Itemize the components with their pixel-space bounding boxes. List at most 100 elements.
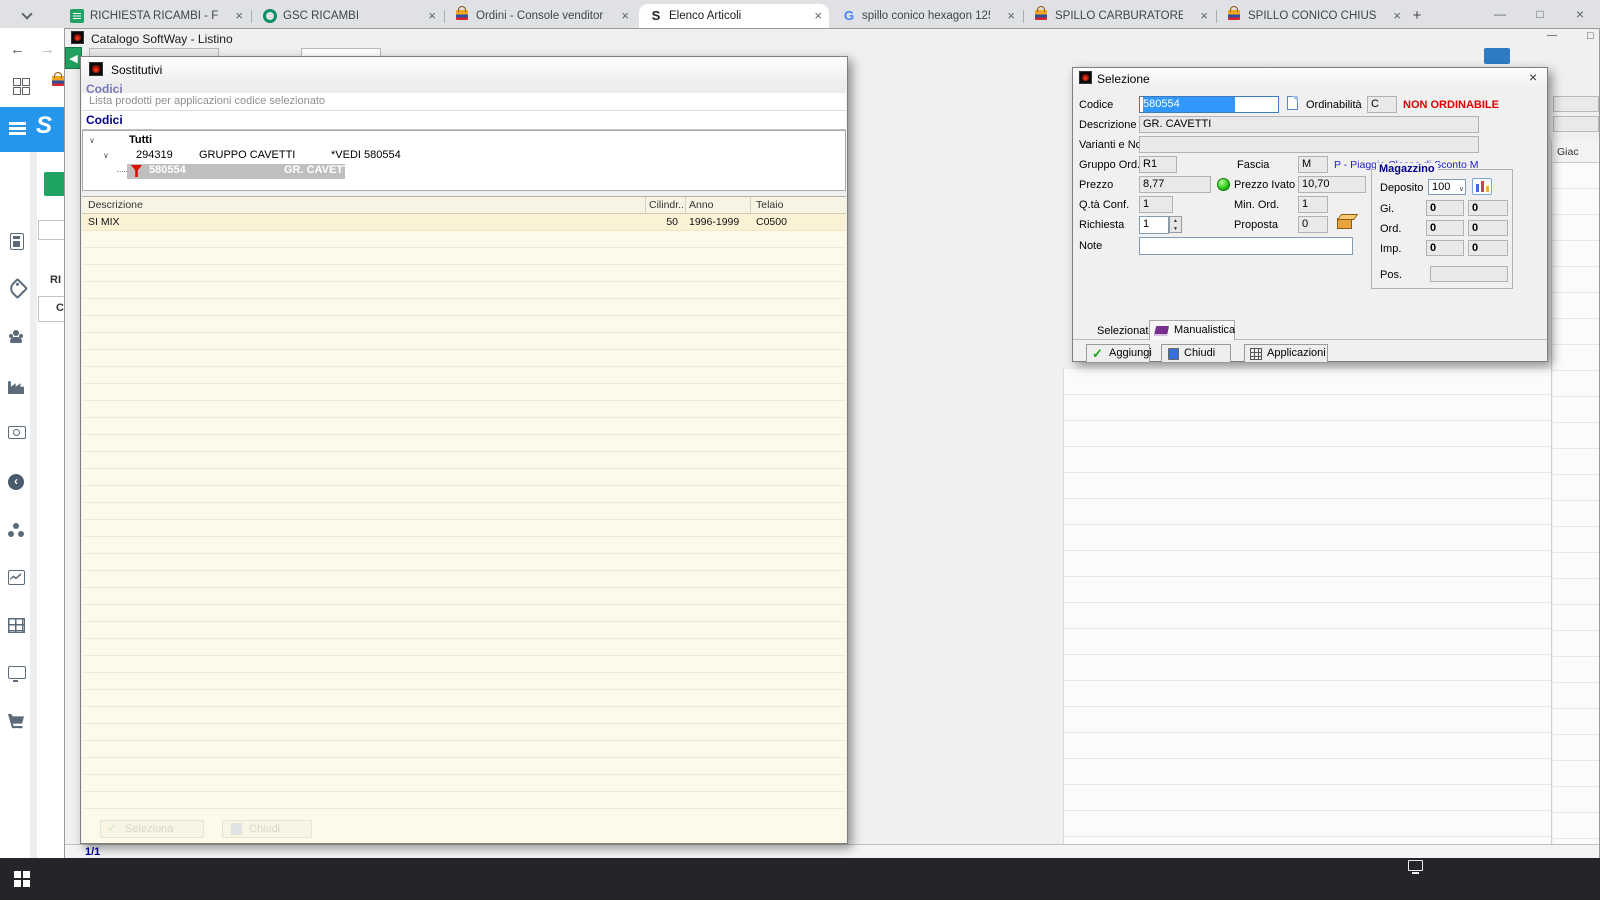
aggiungi-button[interactable]: ✓ Aggiungi (1086, 344, 1152, 363)
forward-arrow-icon[interactable]: → (40, 40, 55, 60)
dialog-flame-icon (89, 62, 103, 76)
tree-row-580554-selected[interactable]: 580554 GR. CAVETTI (83, 164, 845, 179)
bookmark-bag-icon[interactable] (52, 72, 64, 86)
app-minimize-button[interactable]: — (1547, 30, 1557, 41)
tab-richiesta-ricambi[interactable]: RICHIESTA RICAMBI - Fogli Goo × (60, 4, 250, 28)
tab-search-chevron-icon[interactable] (22, 8, 32, 18)
tree-row-294319[interactable]: ∨ 294319 GRUPPO CAVETTI *VEDI 580554 (83, 149, 845, 164)
imp-label: Imp. (1380, 243, 1402, 255)
sostitutivi-title-bar[interactable]: Sostitutivi (81, 57, 847, 81)
new-tab-button[interactable]: + (1405, 4, 1429, 28)
imp-field-1[interactable]: 0 (1426, 240, 1464, 256)
factory-icon[interactable] (8, 381, 24, 394)
document-icon[interactable] (1287, 96, 1298, 110)
door-icon (1168, 348, 1179, 360)
back-circle-icon[interactable]: ‹ (8, 474, 24, 490)
richiesta-spinner[interactable]: ▲ ▼ (1169, 216, 1182, 233)
gruppo-ord-field[interactable]: R1 (1139, 156, 1177, 173)
monitor-icon[interactable] (8, 666, 26, 682)
tab-title: SPILLO CARBURATORE PIAGGIO (1055, 10, 1183, 22)
text-fragment: RI (50, 274, 61, 286)
gi-field-2[interactable]: 0 (1468, 200, 1508, 216)
tab-spillo-chiusura[interactable]: SPILLO CONICO CHIUSURA BE × (1218, 4, 1408, 28)
back-arrow-icon[interactable]: ← (10, 40, 25, 60)
stock-chart-button[interactable] (1472, 178, 1492, 195)
dropdown-arrow-icon[interactable]: ∨ (1459, 182, 1464, 197)
prezzo-field[interactable]: 8,77 (1139, 176, 1211, 193)
list-row-si-mix[interactable]: SI MIX 50 1996-1999 C0500 (82, 214, 846, 231)
tree-desc: GRUPPO CAVETTI (199, 149, 296, 161)
imp-field-2[interactable]: 0 (1468, 240, 1508, 256)
tree-row-tutti[interactable]: ∨ Tutti (83, 134, 845, 149)
tab-selezionato[interactable]: Selezionato (1097, 325, 1155, 337)
spin-up-icon[interactable]: ▲ (1170, 217, 1181, 225)
webapp-sidebar: ‹ (0, 152, 30, 858)
gi-field-1[interactable]: 0 (1426, 200, 1464, 216)
ord-field-1[interactable]: 0 (1426, 220, 1464, 236)
tab-close-icon[interactable]: × (1393, 4, 1401, 28)
codice-input[interactable]: 580554 (1139, 96, 1279, 113)
ordinabilita-label: Ordinabilità (1306, 99, 1362, 111)
tab-close-icon[interactable]: × (814, 4, 822, 28)
app-maximize-button[interactable]: □ (1587, 30, 1594, 42)
ordinabilita-field[interactable]: C (1367, 96, 1397, 113)
tab-gsc-ricambi[interactable]: GSC RICAMBI × (253, 4, 443, 28)
banknote-icon[interactable] (8, 426, 26, 439)
table-grid-icon[interactable] (8, 618, 25, 633)
tab-ordini-console[interactable]: Ordini - Console venditori × (446, 4, 636, 28)
descrizione-field[interactable]: GR. CAVETTI (1139, 116, 1479, 133)
box-cube-icon[interactable] (1337, 218, 1352, 229)
proposta-field[interactable]: 0 (1298, 216, 1328, 233)
expander-icon[interactable]: ∨ (103, 151, 109, 160)
tab-close-icon[interactable]: × (621, 4, 629, 28)
chiudi-button[interactable]: Chiudi (1161, 344, 1231, 363)
ord-field-2[interactable]: 0 (1468, 220, 1508, 236)
tab-close-icon[interactable]: × (235, 4, 243, 28)
app-title-bar[interactable]: Catalogo SoftWay - Listino — □ (65, 29, 1599, 47)
apps-grid-icon[interactable] (13, 78, 30, 95)
min-ord-field[interactable]: 1 (1298, 196, 1328, 213)
network-tray-icon[interactable] (1408, 860, 1423, 874)
toolbar-blue-button-fragment[interactable] (1484, 48, 1510, 64)
richiesta-input[interactable]: 1 (1139, 216, 1169, 234)
hamburger-menu-icon[interactable] (9, 122, 26, 125)
col-descrizione: Descrizione (88, 199, 143, 211)
tab-elenco-articoli-active[interactable]: S Elenco Articoli × (639, 4, 829, 28)
applicazioni-button[interactable]: Applicazioni (1244, 344, 1328, 363)
pos-field[interactable] (1430, 266, 1508, 282)
note-label: Note (1079, 240, 1103, 252)
col-cilindrata: Cilindr... (649, 199, 683, 211)
cart-icon[interactable] (8, 714, 24, 729)
users-icon[interactable] (8, 329, 24, 345)
note-input[interactable] (1139, 237, 1353, 255)
browser-minimize-button[interactable]: — (1480, 0, 1520, 28)
browser-close-button[interactable]: × (1560, 0, 1600, 28)
tree-code: 580554 (149, 164, 186, 176)
fascia-field[interactable]: M (1298, 156, 1328, 173)
selezione-title-bar[interactable]: Selezione × (1073, 68, 1547, 88)
tab-close-icon[interactable]: × (1007, 4, 1015, 28)
tab-manualistica[interactable]: Manualistica (1149, 320, 1235, 340)
cell-anno: 1996-1999 (689, 216, 740, 228)
tab-manualistica-label: Manualistica (1174, 324, 1236, 336)
dialog-close-icon[interactable]: × (1529, 69, 1537, 85)
tab-close-icon[interactable]: × (1200, 4, 1208, 28)
expander-icon[interactable]: ∨ (89, 136, 95, 145)
richiesta-label: Richiesta (1079, 219, 1125, 231)
deposito-select[interactable]: 100 ∨ (1428, 179, 1466, 195)
molecules-icon[interactable] (8, 522, 24, 538)
varianti-field[interactable] (1139, 136, 1479, 153)
tab-close-icon[interactable]: × (428, 4, 436, 28)
browser-maximize-button[interactable]: □ (1520, 0, 1560, 28)
tag-icon[interactable] (6, 277, 29, 300)
qta-conf-field[interactable]: 1 (1139, 196, 1173, 213)
spin-down-icon[interactable]: ▼ (1170, 225, 1181, 233)
section-band: Codici (82, 111, 846, 130)
tab-spillo-carburatore[interactable]: SPILLO CARBURATORE PIAGGIO × (1025, 4, 1215, 28)
start-button[interactable] (14, 871, 31, 888)
chart-line-icon[interactable] (8, 570, 25, 585)
tab-spillo-conico-search[interactable]: G spillo conico hexagon 125 199 × (832, 4, 1022, 28)
prezzo-ivato-field[interactable]: 10,70 (1298, 176, 1366, 193)
fascia-label: Fascia (1237, 159, 1270, 171)
calculator-icon[interactable] (10, 233, 24, 250)
